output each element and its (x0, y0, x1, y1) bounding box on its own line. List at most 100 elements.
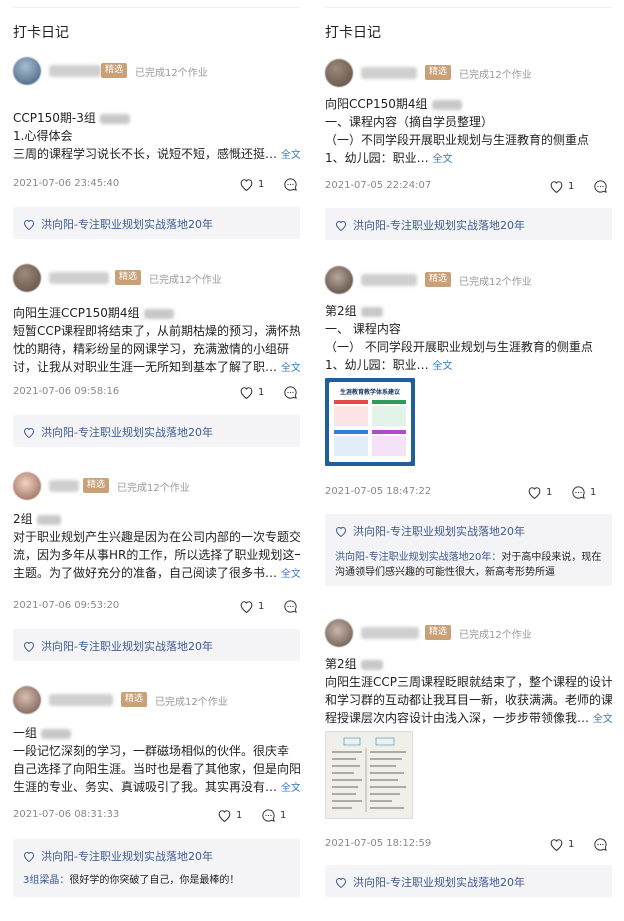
image-bar (372, 430, 406, 434)
comment-icon (284, 177, 297, 191)
footer-row[interactable]: 洪向阳-专注职业规划实战落地20年 (23, 424, 213, 440)
post-line: 向阳生涯CCP三周课程眨眼就结束了，整个课程的设计 (325, 675, 612, 689)
read-more-link[interactable]: 全文 (281, 363, 300, 374)
footer-box[interactable]: 洪向阳-专注职业规划实战落地20年 洪向阳-专注职业规划实战落地20年：对于高中… (325, 514, 612, 586)
footer-label: 洪向阳-专注职业规划实战落地20年 (353, 219, 525, 232)
read-more-link[interactable]: 全文 (432, 361, 452, 372)
footer-row[interactable]: 洪向阳-专注职业规划实战落地20年 (23, 848, 213, 864)
username-blurred[interactable] (49, 65, 101, 77)
footer-box[interactable]: 洪向阳-专注职业规划实战落地20年 (13, 207, 300, 239)
avatar[interactable] (13, 472, 41, 500)
post-line: 1、幼儿园：职业… 全文 (325, 151, 453, 165)
avatar[interactable] (13, 686, 41, 714)
comment-author[interactable]: 3组梁晶： (23, 875, 69, 886)
footer-box[interactable]: 洪向阳-专注职业规划实战落地20年 (13, 629, 300, 661)
username-blurred[interactable] (49, 272, 109, 284)
footer-label: 洪向阳-专注职业规划实战落地20年 (41, 640, 213, 653)
comment-icon (594, 179, 607, 193)
footer-label: 洪向阳-专注职业规划实战落地20年 (41, 218, 213, 231)
footer-box[interactable]: 洪向阳-专注职业规划实战落地20年 (325, 208, 612, 240)
post-header: 精选 已完成12个作业 (325, 59, 612, 89)
name-blur (360, 306, 383, 317)
post-line: 短暂CCP课程即将结束了，从前期枯燥的预习，满怀热 (13, 324, 300, 338)
like-button[interactable]: 1 (239, 176, 264, 192)
heart-icon (23, 641, 35, 652)
comment-button[interactable]: 1 (261, 807, 286, 823)
post-meta: 2021-07-06 09:53:20 1 (13, 598, 300, 616)
username-blurred[interactable] (361, 627, 419, 639)
post-text[interactable]: 第2组 一、 课程内容 （一） 不同学段开展职业规划与生涯教育的侧重点 1、幼儿… (325, 302, 612, 374)
post-line: 一、课程内容（摘自学员整理） (325, 115, 494, 129)
like-button[interactable]: 1 (527, 484, 552, 500)
footer-row[interactable]: 洪向阳-专注职业规划实战落地20年 (335, 217, 525, 233)
avatar[interactable] (13, 57, 41, 85)
comment-button[interactable] (283, 598, 302, 614)
read-more-link[interactable]: 全文 (281, 783, 300, 794)
post-meta: 2021-07-06 09:58:16 1 (13, 384, 300, 402)
like-button[interactable]: 1 (239, 384, 264, 400)
read-more-link[interactable]: 全文 (281, 569, 300, 580)
comment-button[interactable]: 1 (571, 484, 596, 500)
featured-badge: 精选 (101, 63, 128, 78)
footer-box[interactable]: 洪向阳-专注职业规划实战落地20年 (13, 415, 300, 447)
read-more-link[interactable]: 全文 (432, 154, 452, 165)
post-text[interactable]: 向阳CCP150期4组 一、课程内容（摘自学员整理） （一）不同学段开展职业规划… (325, 95, 612, 167)
heart-icon (335, 526, 347, 537)
avatar[interactable] (325, 619, 353, 647)
heart-icon (240, 178, 253, 191)
post-text[interactable]: 一组 一段记忆深刻的学习，一群磁场相似的伙伴。很庆幸 自己选择了向阳生涯。当时也… (13, 724, 300, 796)
post-line: 第2组 (325, 655, 612, 673)
username-blurred[interactable] (361, 274, 417, 286)
avatar[interactable] (13, 264, 41, 292)
top-divider (13, 7, 300, 8)
post-line: 1、幼儿园：职业… 全文 (325, 358, 453, 372)
comment-button[interactable] (283, 176, 302, 192)
post-line: 讨，让我从对职业生涯一无所知到基本了解了职… 全文 (13, 360, 300, 374)
post-line: 向阳CCP150期4组 (325, 95, 612, 113)
comment-button[interactable] (283, 384, 302, 400)
avatar[interactable] (325, 59, 353, 87)
post-image[interactable] (325, 731, 413, 819)
post-line: 2组 (13, 510, 300, 528)
completed-count: 已完成12个作业 (459, 70, 532, 81)
like-button[interactable]: 1 (217, 807, 242, 823)
post-text[interactable]: CCP150期-3组 1.心得体会 三周的课程学习说长不长，说短不短，感慨还挺…… (13, 109, 300, 163)
username-blurred[interactable] (49, 694, 113, 706)
heart-icon (240, 600, 253, 613)
like-button[interactable]: 1 (549, 836, 574, 852)
post-text[interactable]: 第2组 向阳生涯CCP三周课程眨眼就结束了，整个课程的设计 和学习群的互动都让我… (325, 655, 612, 727)
comment-item[interactable]: 洪向阳-专注职业规划实战落地20年：对于高中段来说，现在沟通领导们感兴趣的可能性… (335, 550, 605, 580)
post-meta: 2021-07-06 23:45:40 1 (13, 176, 300, 194)
comment-item[interactable]: 3组梁晶：很好学的你突破了自己，你是最棒的！ (23, 873, 293, 888)
post-text[interactable]: 向阳生涯CCP150期4组 短暂CCP课程即将结束了，从前期枯燥的预习，满怀热 … (13, 304, 300, 376)
footer-row[interactable]: 洪向阳-专注职业规划实战落地20年 (23, 638, 213, 654)
footer-row[interactable]: 洪向阳-专注职业规划实战落地20年 (335, 874, 525, 890)
completed-count: 已完成12个作业 (135, 68, 208, 79)
name-blur (41, 728, 72, 739)
like-button[interactable]: 1 (549, 178, 574, 194)
username-blurred[interactable] (361, 67, 417, 79)
post-meta: 2021-07-05 22:24:07 1 (325, 178, 612, 196)
completed-count: 已完成12个作业 (149, 275, 222, 286)
read-more-link[interactable]: 全文 (281, 150, 300, 161)
post-line: 生涯的专业、务实、真诚吸引了我。其实再没有… 全文 (13, 780, 300, 794)
post-header: 精选 已完成12个作业 (13, 686, 300, 716)
username-blurred[interactable] (49, 480, 79, 492)
post-meta: 2021-07-05 18:12:59 1 (325, 836, 612, 854)
avatar[interactable] (325, 266, 353, 294)
post-line: （一） 不同学段开展职业规划与生涯教育的侧重点 (325, 340, 593, 354)
footer-box[interactable]: 洪向阳-专注职业规划实战落地20年 (325, 865, 612, 897)
post-meta: 2021-07-05 18:47:22 1 1 (325, 484, 612, 502)
like-button[interactable]: 1 (239, 598, 264, 614)
comment-author[interactable]: 洪向阳-专注职业规划实战落地20年： (335, 552, 501, 563)
footer-row[interactable]: 洪向阳-专注职业规划实战落地20年 (23, 216, 213, 232)
post-line: （一）不同学段开展职业规划与生涯教育的侧重点 (325, 133, 590, 147)
post-text[interactable]: 2组 对于职业规划产生兴趣是因为在公司内部的一次专题交 流，因为多年从事HR的工… (13, 510, 300, 582)
footer-row[interactable]: 洪向阳-专注职业规划实战落地20年 (335, 523, 525, 539)
comment-button[interactable] (593, 178, 612, 194)
comment-button[interactable] (593, 836, 612, 852)
post-header: 精选 已完成12个作业 (13, 264, 300, 294)
post-image[interactable]: 生涯教育教学体系建议 (325, 378, 415, 466)
read-more-link[interactable]: 全文 (593, 714, 612, 725)
footer-box[interactable]: 洪向阳-专注职业规划实战落地20年 3组梁晶：很好学的你突破了自己，你是最棒的！ (13, 839, 300, 897)
